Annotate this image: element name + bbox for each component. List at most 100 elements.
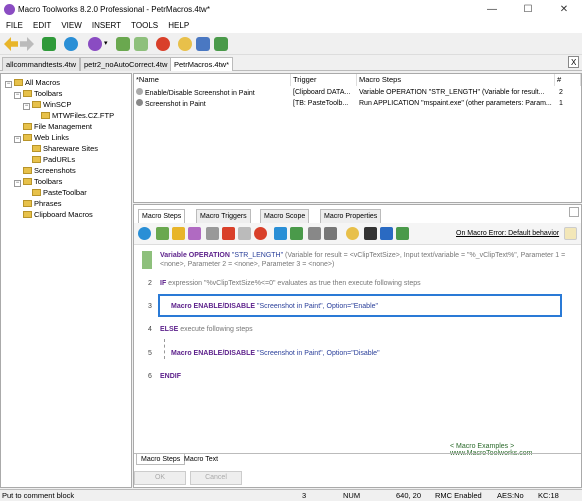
step-6[interactable]: ENDIF (160, 373, 181, 380)
tab-macro-steps-bottom[interactable]: Macro Steps (136, 454, 186, 465)
on-macro-error-link[interactable]: On Macro Error: Default behavior (456, 230, 559, 237)
toolbar-icon[interactable] (308, 227, 321, 240)
macro-steps: Variable OPERATION "STR_LENGTH" (Variabl… (359, 89, 545, 96)
step-1[interactable]: Variable OPERATION "STR_LENGTH" (Variabl… (160, 252, 565, 259)
status-count: 3 (302, 491, 307, 500)
tree-item[interactable]: − All Macros (5, 78, 60, 88)
column-header-trigger[interactable]: Trigger (291, 74, 357, 86)
tree-item[interactable]: Clipboard Macros (14, 210, 93, 219)
collapse-icon[interactable]: − (14, 92, 21, 99)
move-up-icon[interactable] (274, 227, 287, 240)
column-header-count[interactable]: # (555, 74, 581, 86)
tree-item[interactable]: − Toolbars (14, 89, 62, 99)
step-4[interactable]: ELSE execute following steps (160, 326, 253, 333)
stop-icon[interactable] (254, 227, 267, 240)
tree-item[interactable]: − Web Links (14, 133, 69, 143)
cancel-button[interactable]: Cancel (190, 471, 242, 485)
ok-button[interactable]: OK (134, 471, 186, 485)
main-toolbar: ▾ (0, 33, 582, 55)
settings-icon[interactable] (324, 227, 337, 240)
collapse-icon[interactable]: − (23, 103, 30, 110)
chevron-down-icon[interactable]: ▾ (104, 37, 112, 51)
macro-list: *Name Trigger Macro Steps # Enable/Disab… (133, 73, 582, 203)
document-icon[interactable] (380, 227, 393, 240)
status-kc: KC:18 (538, 491, 559, 500)
app-icon (4, 4, 15, 15)
tree-item[interactable]: PasteToolbar (23, 188, 87, 197)
menu-edit[interactable]: EDIT (31, 19, 53, 33)
stop-icon[interactable] (156, 37, 170, 51)
folder-icon (23, 200, 32, 207)
refresh-icon[interactable] (64, 37, 78, 51)
book-icon[interactable] (214, 37, 228, 51)
copy-icon[interactable] (238, 227, 251, 240)
step-number: 5 (148, 350, 152, 357)
tab-allcommandtests[interactable]: allcommandtests.4tw (2, 57, 81, 71)
menu-help[interactable]: HELP (166, 19, 191, 33)
add-macro-icon[interactable] (134, 37, 148, 51)
step-number: 6 (148, 373, 152, 380)
step-5[interactable]: Macro ENABLE/DISABLE "Screenshot in Pain… (171, 350, 380, 357)
column-header-steps[interactable]: Macro Steps (357, 74, 555, 86)
tree-item[interactable]: − WinSCP (23, 100, 71, 110)
step-number: 2 (148, 280, 152, 287)
macro-trigger: [Clipboard DATA... (293, 89, 351, 96)
font-icon[interactable] (364, 227, 377, 240)
close-document-button[interactable]: X (568, 56, 580, 68)
close-button[interactable]: ✕ (546, 0, 582, 19)
forward-icon[interactable] (20, 37, 34, 51)
collapse-icon[interactable]: − (5, 81, 12, 88)
menu-tools[interactable]: TOOLS (129, 19, 160, 33)
panel-pin-button[interactable] (569, 207, 579, 217)
folder-icon[interactable] (172, 227, 185, 240)
record-macro-icon[interactable] (116, 37, 130, 51)
tab-macro-steps[interactable]: Macro Steps (138, 209, 186, 223)
back-icon[interactable] (4, 37, 18, 51)
tab-macro-scope[interactable]: Macro Scope (260, 209, 310, 223)
tree-item[interactable]: MTWFiles.CZ.FTP (32, 111, 114, 120)
tree-item[interactable]: File Management (14, 122, 92, 131)
tab-macro-triggers[interactable]: Macro Triggers (196, 209, 251, 223)
tree-item[interactable]: Phrases (14, 199, 62, 208)
tab-macro-properties[interactable]: Macro Properties (320, 209, 382, 223)
save-icon[interactable] (42, 37, 56, 51)
menu-insert[interactable]: INSERT (90, 19, 123, 33)
collapse-icon[interactable]: − (14, 136, 21, 143)
cut-icon[interactable] (206, 227, 219, 240)
step-params: expression "%vClipTextSize%<=0" evaluate… (166, 280, 421, 287)
delete-icon[interactable] (222, 227, 235, 240)
column-header-name[interactable]: *Name (134, 74, 291, 86)
move-down-icon[interactable] (290, 227, 303, 240)
menu-view[interactable]: VIEW (59, 19, 83, 33)
tree-item[interactable]: − Toolbars (14, 177, 62, 187)
edit-icon[interactable] (188, 227, 201, 240)
book-icon[interactable] (396, 227, 409, 240)
status-message: Put to comment block (2, 491, 75, 500)
step-number: 4 (148, 326, 152, 333)
menu-file[interactable]: FILE (4, 19, 25, 33)
add-step-icon[interactable] (156, 227, 169, 240)
step-2[interactable]: IF expression "%vClipTextSize%<=0" evalu… (160, 280, 421, 287)
help-icon[interactable] (564, 227, 577, 240)
tab-petrmacros[interactable]: PetrMacros.4tw* (170, 57, 234, 71)
tree-item[interactable]: Screenshots (14, 166, 76, 175)
folder-icon (41, 112, 50, 119)
tree-item[interactable]: Shareware Sites (23, 144, 98, 153)
wrench-icon[interactable] (196, 37, 210, 51)
step-3[interactable]: Macro ENABLE/DISABLE "Screenshot in Pain… (171, 303, 378, 310)
collapse-icon[interactable]: − (14, 180, 21, 187)
tab-macro-text[interactable]: Macro Text (180, 454, 222, 465)
search-icon[interactable] (346, 227, 359, 240)
search-icon[interactable] (178, 37, 192, 51)
list-item[interactable]: Enable/Disable Screenshot in Paint (136, 88, 291, 98)
run-macro-icon[interactable] (88, 37, 102, 51)
maximize-button[interactable]: ☐ (510, 0, 546, 19)
refresh-icon[interactable] (138, 227, 151, 240)
tab-label: Macro Scope (264, 213, 306, 220)
step-keyword: ELSE (160, 326, 179, 333)
minimize-button[interactable]: — (474, 0, 510, 19)
step-string: "STR_LENGTH" (229, 252, 286, 259)
list-item[interactable]: Screenshot in Paint (136, 99, 291, 109)
tree-item[interactable]: PadURLs (23, 155, 75, 164)
tab-petr2[interactable]: petr2_noAutoCorrect.4tw (80, 57, 172, 71)
